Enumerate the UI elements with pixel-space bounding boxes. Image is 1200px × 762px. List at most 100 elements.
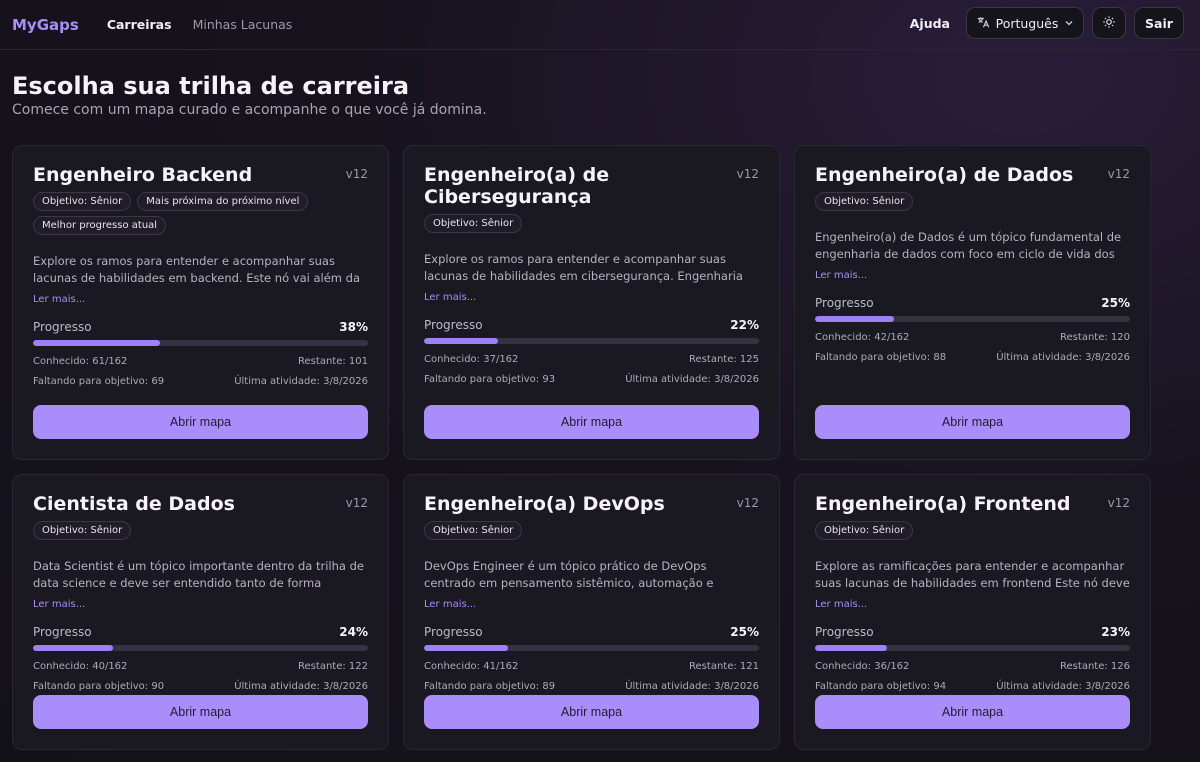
card-badge: Objetivo: Sênior xyxy=(815,521,914,540)
progress-label: Progresso xyxy=(815,296,874,310)
stats-row-known: Conhecido: 42/162 Restante: 120 xyxy=(815,332,1130,343)
stats-row-goal: Faltando para objetivo: 69 Última ativid… xyxy=(33,376,368,387)
language-select-value: Português xyxy=(995,15,1059,31)
card-description: Data Scientist é um tópico importante de… xyxy=(33,559,364,590)
progress-percentage: 25% xyxy=(730,625,759,639)
nav-link-carreiras[interactable]: Carreiras xyxy=(107,17,172,32)
career-card: Engenheiro Backend v12 Objetivo: Sênior M… xyxy=(12,145,389,460)
progress-percentage: 23% xyxy=(1101,625,1130,639)
card-title: Engenheiro(a) de Dados xyxy=(815,164,1074,186)
open-map-button[interactable]: Abrir mapa xyxy=(33,695,368,729)
app-logo[interactable]: MyGaps xyxy=(12,16,79,34)
open-map-button[interactable]: Abrir mapa xyxy=(424,405,759,439)
progress-bar xyxy=(815,316,1130,322)
progress-bar-fill xyxy=(815,316,894,322)
card-badge: Mais próxima do próximo nível xyxy=(137,192,309,211)
stats-row-goal: Faltando para objetivo: 93 Última ativid… xyxy=(424,374,759,385)
logout-button[interactable]: Sair xyxy=(1134,7,1184,39)
known-count: Conhecido: 42/162 xyxy=(815,332,910,343)
progress-row: Progresso 38% xyxy=(33,320,368,334)
remaining-count: Restante: 101 xyxy=(298,356,368,367)
progress-bar xyxy=(815,645,1130,651)
progress-bar xyxy=(33,340,368,346)
last-activity: Última atividade: 3/8/2026 xyxy=(996,352,1130,363)
read-more-link[interactable]: Ler mais... xyxy=(424,292,476,303)
theme-toggle-button[interactable] xyxy=(1092,7,1126,39)
open-map-button[interactable]: Abrir mapa xyxy=(815,405,1130,439)
stats-row-known: Conhecido: 61/162 Restante: 101 xyxy=(33,356,368,367)
open-map-button[interactable]: Abrir mapa xyxy=(33,405,368,439)
progress-percentage: 24% xyxy=(339,625,368,639)
stats-row-known: Conhecido: 41/162 Restante: 121 xyxy=(424,661,759,672)
progress-bar-fill xyxy=(424,645,508,651)
career-cards-grid: Engenheiro Backend v12 Objetivo: Sênior M… xyxy=(12,145,1171,750)
nav-link-minhas-lacunas[interactable]: Minhas Lacunas xyxy=(193,17,293,32)
progress-bar-fill xyxy=(424,338,498,344)
stats-row-goal: Faltando para objetivo: 90 Última ativid… xyxy=(33,681,368,692)
card-badges: Objetivo: Sênior xyxy=(424,214,759,233)
progress-label: Progresso xyxy=(33,320,92,334)
stats-row-known: Conhecido: 36/162 Restante: 126 xyxy=(815,661,1130,672)
read-more-link[interactable]: Ler mais... xyxy=(33,599,85,610)
card-version: v12 xyxy=(736,167,759,181)
progress-percentage: 25% xyxy=(1101,296,1130,310)
card-description: Explore os ramos para entender e acompan… xyxy=(33,254,360,285)
card-version: v12 xyxy=(1107,496,1130,510)
missing-for-goal: Faltando para objetivo: 88 xyxy=(815,352,947,363)
card-badges: Objetivo: Sênior xyxy=(815,521,1130,540)
help-link[interactable]: Ajuda xyxy=(910,16,950,31)
card-title: Engenheiro(a) de Cibersegurança xyxy=(424,164,610,208)
career-card: Engenheiro(a) de Cibersegurança v12 Obje… xyxy=(403,145,780,460)
stats-row-goal: Faltando para objetivo: 88 Última ativid… xyxy=(815,352,1130,363)
missing-for-goal: Faltando para objetivo: 69 xyxy=(33,376,165,387)
card-version: v12 xyxy=(736,496,759,510)
card-badges: Objetivo: Sênior xyxy=(815,192,1130,211)
card-description: DevOps Engineer é um tópico prático de D… xyxy=(424,559,714,590)
card-header: Engenheiro(a) DevOps v12 xyxy=(424,493,759,515)
page-header: Escolha sua trilha de carreira Comece co… xyxy=(0,50,1200,118)
card-title: Cientista de Dados xyxy=(33,493,235,515)
known-count: Conhecido: 40/162 xyxy=(33,661,128,672)
read-more-link[interactable]: Ler mais... xyxy=(424,599,476,610)
known-count: Conhecido: 61/162 xyxy=(33,356,128,367)
card-badge: Melhor progresso atual xyxy=(33,216,167,235)
last-activity: Última atividade: 3/8/2026 xyxy=(996,681,1130,692)
read-more-link[interactable]: Ler mais... xyxy=(33,294,85,305)
missing-for-goal: Faltando para objetivo: 90 xyxy=(33,681,165,692)
card-title: Engenheiro(a) DevOps xyxy=(424,493,665,515)
open-map-button[interactable]: Abrir mapa xyxy=(815,695,1130,729)
language-select[interactable]: Português xyxy=(966,7,1084,39)
chevron-down-icon xyxy=(1064,16,1074,31)
progress-row: Progresso 22% xyxy=(424,318,759,332)
career-card: Engenheiro(a) Frontend v12 Objetivo: Sên… xyxy=(794,474,1151,750)
progress-bar xyxy=(424,338,759,344)
progress-label: Progresso xyxy=(815,625,874,639)
progress-label: Progresso xyxy=(33,625,92,639)
top-navigation-bar: MyGaps Carreiras Minhas Lacunas Ajuda Po… xyxy=(0,0,1200,50)
progress-row: Progresso 25% xyxy=(424,625,759,639)
progress-label: Progresso xyxy=(424,318,483,332)
known-count: Conhecido: 36/162 xyxy=(815,661,910,672)
last-activity: Última atividade: 3/8/2026 xyxy=(625,681,759,692)
missing-for-goal: Faltando para objetivo: 94 xyxy=(815,681,947,692)
sun-icon xyxy=(1102,14,1116,33)
remaining-count: Restante: 120 xyxy=(1060,332,1130,343)
career-card: Engenheiro(a) de Dados v12 Objetivo: Sên… xyxy=(794,145,1151,460)
card-header: Cientista de Dados v12 xyxy=(33,493,368,515)
stats-row-known: Conhecido: 40/162 Restante: 122 xyxy=(33,661,368,672)
read-more-link[interactable]: Ler mais... xyxy=(815,270,867,281)
read-more-link[interactable]: Ler mais... xyxy=(815,599,867,610)
progress-row: Progresso 25% xyxy=(815,296,1130,310)
page-subtitle: Comece com um mapa curado e acompanhe o … xyxy=(12,102,487,118)
card-badges: Objetivo: Sênior xyxy=(424,521,759,540)
progress-percentage: 22% xyxy=(730,318,759,332)
card-title: Engenheiro Backend xyxy=(33,164,253,186)
card-description: Explore as ramificações para entender e … xyxy=(815,559,1130,590)
card-badge: Objetivo: Sênior xyxy=(424,521,523,540)
card-header: Engenheiro Backend v12 xyxy=(33,164,368,186)
open-map-button[interactable]: Abrir mapa xyxy=(424,695,759,729)
card-badge: Objetivo: Sênior xyxy=(33,192,132,211)
card-header: Engenheiro(a) de Dados v12 xyxy=(815,164,1130,186)
last-activity: Última atividade: 3/8/2026 xyxy=(234,376,368,387)
missing-for-goal: Faltando para objetivo: 89 xyxy=(424,681,556,692)
